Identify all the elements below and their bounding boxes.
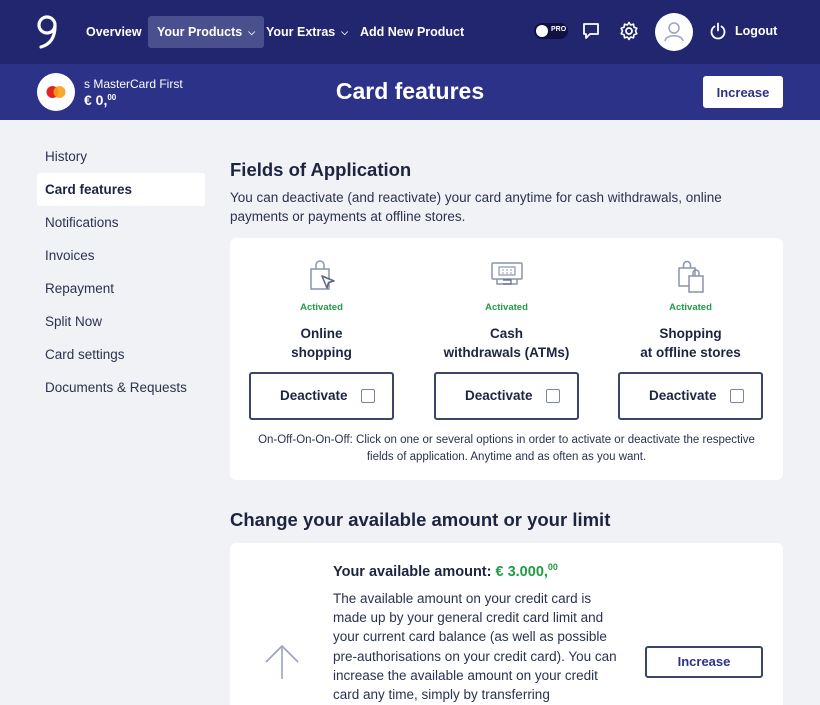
sidebar-item-notifications[interactable]: Notifications: [37, 206, 205, 239]
nav-your-extras[interactable]: Your Extras ⌵: [257, 16, 357, 48]
chevron-down-icon: ⌵: [341, 27, 349, 37]
feature-status: Activated: [485, 302, 528, 313]
feature-online-shopping: Activated Online shopping: [249, 260, 394, 362]
logout-button[interactable]: Logout: [709, 20, 777, 42]
limit-panel: Your available amount: € 3.000,00 The av…: [230, 543, 783, 705]
sidebar-item-card-features[interactable]: Card features: [37, 173, 205, 206]
deactivate-checkbox[interactable]: [546, 389, 560, 403]
logout-label: Logout: [735, 24, 778, 38]
limit-section-title: Change your available amount or your lim…: [230, 509, 611, 530]
sidebar-item-split-now[interactable]: Split Now: [37, 305, 205, 338]
arrow-up-icon: [265, 644, 299, 679]
feature-name: Cash withdrawals (ATMs): [434, 324, 579, 362]
nav-your-products-label: Your Products: [157, 25, 243, 39]
avatar[interactable]: [655, 13, 693, 51]
fields-section-title: Fields of Application: [230, 159, 412, 180]
atm-icon: [490, 262, 523, 285]
available-amount-value: € 3.000,: [495, 564, 548, 580]
chevron-down-icon: ⌵: [248, 27, 256, 37]
feature-name-line1: Online: [300, 326, 343, 341]
nav-your-extras-label: Your Extras: [266, 25, 336, 39]
increase-limit-button[interactable]: Increase: [645, 646, 763, 678]
deactivate-checkbox[interactable]: [361, 389, 375, 403]
shopping-bag-cursor-icon: [309, 260, 335, 290]
deactivate-online-shopping-button[interactable]: Deactivate: [249, 372, 394, 420]
nav-overview[interactable]: Overview: [77, 16, 151, 48]
feature-name-line1: Shopping: [659, 326, 722, 341]
pro-toggle[interactable]: PRO: [534, 23, 568, 39]
user-icon: [664, 22, 684, 42]
fields-description: You can deactivate (and reactivate) your…: [230, 190, 722, 224]
feature-cash-withdrawals: Activated Cash withdrawals (ATMs): [434, 260, 579, 362]
sidebar-item-invoices[interactable]: Invoices: [37, 239, 205, 272]
sidebar-item-history[interactable]: History: [37, 140, 205, 173]
sidebar-item-card-settings[interactable]: Card settings: [37, 338, 205, 371]
deactivate-checkbox[interactable]: [730, 389, 744, 403]
sidebar-item-repayment[interactable]: Repayment: [37, 272, 205, 305]
sidebar: History Card features Notifications Invo…: [37, 140, 205, 404]
feature-name: Online shopping: [249, 324, 394, 362]
available-amount-text: The available amount on your credit card…: [333, 591, 617, 703]
toggle-knob: [536, 25, 548, 37]
deactivate-label: Deactivate: [649, 388, 717, 403]
available-amount-title: Your available amount: € 3.000,00: [333, 562, 558, 580]
card-header: s MasterCard First € 0,00 Card features …: [0, 64, 820, 120]
feature-name-line2: withdrawals (ATMs): [443, 345, 570, 360]
feature-name-line2: at offline stores: [640, 345, 741, 360]
deactivate-offline-stores-button[interactable]: Deactivate: [618, 372, 763, 420]
feature-status: Activated: [300, 302, 343, 313]
nav-your-products[interactable]: Your Products ⌵: [148, 16, 265, 48]
increase-button[interactable]: Increase: [703, 76, 783, 108]
power-icon: [710, 22, 726, 40]
feature-offline-stores: Activated Shopping at offline stores: [618, 260, 763, 362]
top-navigation: Overview Your Products ⌵ Your Extras ⌵ Add…: [0, 0, 820, 64]
available-amount-label: Your available amount:: [333, 564, 492, 580]
pro-label: PRO: [551, 26, 567, 33]
chat-icon[interactable]: [580, 20, 602, 42]
feature-name: Shopping at offline stores: [618, 324, 763, 362]
gear-icon[interactable]: [618, 20, 640, 42]
fields-panel: Activated Online shopping Deactivate Acti…: [230, 238, 783, 480]
feature-name-line2: shopping: [291, 345, 352, 360]
page-title: Card features: [335, 78, 485, 104]
nav-add-new-product[interactable]: Add New Product: [351, 16, 473, 48]
shopping-bags-icon: [677, 260, 704, 293]
deactivate-label: Deactivate: [465, 388, 533, 403]
feature-status: Activated: [669, 302, 712, 313]
feature-name-line1: Cash: [489, 326, 523, 341]
brand-logo-icon[interactable]: [34, 14, 60, 50]
sidebar-item-documents-requests[interactable]: Documents & Requests: [37, 371, 205, 404]
available-amount-cents: 00: [547, 562, 558, 572]
fields-note: On-Off-On-On-Off: Click on one or severa…: [258, 434, 755, 463]
deactivate-label: Deactivate: [280, 388, 348, 403]
deactivate-cash-withdrawals-button[interactable]: Deactivate: [434, 372, 579, 420]
